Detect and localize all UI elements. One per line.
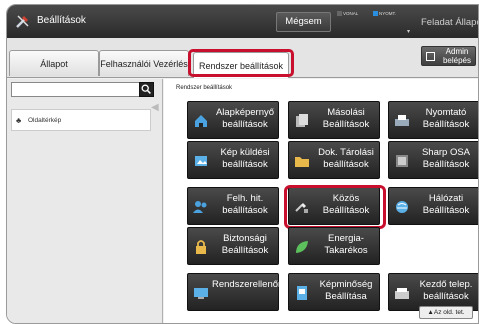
sharp-osa-settings-button[interactable]: Sharp OSA Beállítások bbox=[388, 141, 478, 179]
sidebar: ◀ ♣ Oldaltérkép bbox=[7, 79, 163, 323]
common-settings-icon bbox=[295, 203, 308, 213]
tab-bar: Állapot Felhasználói Vezérlés Rendszer b… bbox=[7, 38, 478, 78]
login-icon bbox=[426, 52, 435, 61]
job-status-field[interactable]: Feladat Állapota bbox=[417, 14, 478, 31]
system-check-icon bbox=[194, 288, 208, 299]
title-bar: Beállítások Mégsem VONAL NYOMT. ▾ Felada… bbox=[7, 5, 478, 38]
lock-icon bbox=[196, 240, 206, 254]
sidebar-item-sitemap[interactable]: ♣ Oldaltérkép bbox=[11, 109, 151, 131]
cancel-button[interactable]: Mégsem bbox=[276, 12, 331, 32]
image-send-settings-button[interactable]: Kép küldési beállítások bbox=[187, 141, 279, 179]
breadcrumb: Rendszer beállítások bbox=[176, 85, 233, 91]
document-filing-settings-button[interactable]: Dok. Tárolási beállítások bbox=[288, 141, 380, 179]
admin-login-button[interactable]: Admin belépés bbox=[421, 46, 476, 66]
page-title: Beállítások bbox=[37, 15, 86, 26]
image-send-icon bbox=[195, 156, 207, 166]
tab-status[interactable]: Állapot bbox=[9, 50, 99, 76]
image-quality-button[interactable]: Képminőség Beállítása bbox=[288, 273, 380, 311]
tab-user-control[interactable]: Felhasználói Vezérlés bbox=[99, 50, 189, 76]
sitemap-icon: ♣ bbox=[16, 116, 22, 125]
settings-window: Beállítások Mégsem VONAL NYOMT. ▾ Felada… bbox=[6, 4, 479, 324]
line-indicator: VONAL bbox=[337, 11, 358, 17]
search-icon[interactable] bbox=[139, 82, 154, 97]
home-icon bbox=[195, 115, 207, 127]
home-screen-settings-button[interactable]: Alapképernyő beállítások bbox=[187, 101, 279, 139]
initial-setup-icon bbox=[395, 288, 409, 299]
folder-icon bbox=[295, 157, 309, 167]
printer-settings-button[interactable]: Nyomtató Beállítások bbox=[388, 101, 478, 139]
copy-settings-button[interactable]: Másolási Beállítások bbox=[288, 101, 380, 139]
copy-icon bbox=[296, 114, 308, 127]
tab-system-settings[interactable]: Rendszer beállítások bbox=[193, 52, 289, 78]
printer-icon bbox=[395, 115, 409, 126]
leaf-icon bbox=[296, 241, 308, 253]
osa-icon bbox=[396, 155, 408, 167]
energy-save-button[interactable]: Energia-Takarékos bbox=[288, 227, 380, 265]
image-quality-icon bbox=[297, 286, 307, 300]
search-input[interactable] bbox=[11, 82, 140, 97]
collapse-left-icon[interactable]: ◀ bbox=[151, 102, 161, 114]
tools-icon bbox=[16, 15, 29, 28]
users-icon bbox=[193, 201, 207, 213]
network-settings-button[interactable]: Hálózati Beállítások bbox=[388, 187, 478, 225]
chevron-down-icon[interactable]: ▾ bbox=[407, 28, 410, 35]
user-auth-settings-button[interactable]: Felh. hit. beállítások bbox=[187, 187, 279, 225]
print-indicator: NYOMT. bbox=[373, 11, 396, 17]
network-icon bbox=[396, 201, 408, 213]
system-check-button[interactable]: Rendszerellenőrzés bbox=[187, 273, 296, 311]
back-to-top-button[interactable]: ▲Az old. tet. bbox=[419, 306, 473, 319]
common-settings-button[interactable]: Közös Beállítások bbox=[288, 187, 380, 225]
security-settings-button[interactable]: Biztonsági Beállítások bbox=[187, 227, 279, 265]
